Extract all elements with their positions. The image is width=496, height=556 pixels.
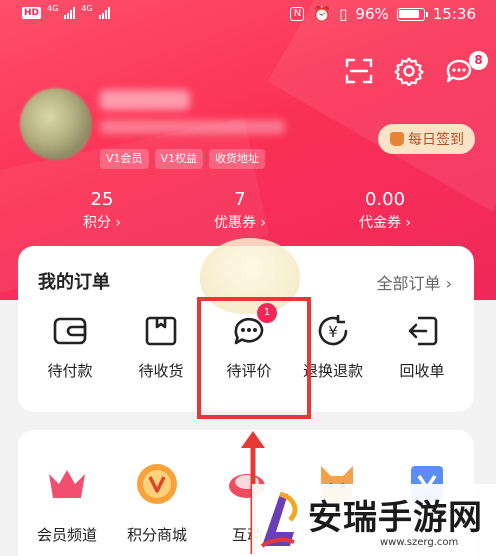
order-pending-payment-label: 待付款 xyxy=(47,362,93,380)
recycle-icon xyxy=(408,316,438,346)
feature-member-channel[interactable]: 会员频道 xyxy=(22,460,112,545)
status-bar: HD 4G 4G N ⏰ ▯ 96% 15:36 xyxy=(0,0,496,30)
stat-coupons-label: 优惠券 › xyxy=(213,215,267,231)
watermark: 安瑞手游网 www.szerg.com xyxy=(252,484,496,556)
points-icon xyxy=(137,464,177,504)
username-blurred xyxy=(100,90,190,110)
svg-text:¥: ¥ xyxy=(328,323,338,341)
watermark-logo-icon xyxy=(260,491,298,548)
feature-points-mall[interactable]: 积分商城 xyxy=(112,460,202,545)
gift-bag-icon xyxy=(390,132,404,146)
user-info-blurred xyxy=(100,120,285,134)
network-type: 4G xyxy=(47,3,59,13)
network-type-2: 4G xyxy=(81,3,93,13)
watermark-brand: 安瑞手游网 xyxy=(308,498,483,538)
stat-vouchers[interactable]: 0.00 代金券 › xyxy=(320,189,450,233)
tag-member[interactable]: V1会员 xyxy=(100,149,149,169)
all-orders-link[interactable]: 全部订单 › xyxy=(377,270,453,294)
daily-signin-button[interactable]: 每日签到 xyxy=(378,124,475,154)
tag-rights[interactable]: V1权益 xyxy=(154,149,204,169)
order-pending-receipt-label: 待收货 xyxy=(138,362,184,380)
order-recycle-label: 回收单 xyxy=(399,362,445,380)
crown-icon xyxy=(49,470,85,498)
member-tags: V1会员 V1权益 收货地址 xyxy=(100,149,266,169)
order-pending-receipt[interactable]: 待收货 xyxy=(121,314,201,381)
package-icon xyxy=(145,316,177,346)
refund-icon: ¥ xyxy=(318,315,348,346)
alarm-icon: ⏰ xyxy=(312,5,332,23)
feature-member-channel-label: 会员频道 xyxy=(36,526,97,544)
order-pending-payment[interactable]: 待付款 xyxy=(30,314,110,381)
tag-address[interactable]: 收货地址 xyxy=(209,149,266,169)
settings-gear-icon[interactable] xyxy=(394,56,424,86)
clock: 15:36 xyxy=(432,5,476,23)
message-count-badge: 8 xyxy=(469,51,488,70)
stat-points[interactable]: 25 积分 › xyxy=(37,189,167,233)
highlight-box xyxy=(197,297,311,419)
wallet-icon xyxy=(53,317,87,345)
signal-icon-2 xyxy=(98,7,110,19)
my-orders-title: 我的订单 xyxy=(38,272,110,293)
stat-vouchers-label: 代金券 › xyxy=(358,215,412,231)
daily-signin-label: 每日签到 xyxy=(408,132,464,148)
order-recycle[interactable]: 回收单 xyxy=(382,314,462,381)
feature-points-mall-label: 积分商城 xyxy=(126,526,187,544)
hd-badge: HD xyxy=(22,7,42,19)
stat-coupons-value: 7 xyxy=(234,189,246,210)
watermark-url: www.szerg.com xyxy=(380,537,459,548)
stat-points-value: 25 xyxy=(90,189,114,210)
avatar[interactable] xyxy=(20,88,92,160)
stat-coupons[interactable]: 7 优惠券 › xyxy=(175,189,305,233)
scan-icon[interactable] xyxy=(344,56,374,86)
stat-points-label: 积分 › xyxy=(82,215,122,231)
signal-icon xyxy=(64,7,76,19)
nfc-icon: N xyxy=(290,7,305,21)
stat-vouchers-value: 0.00 xyxy=(364,189,406,210)
battery-percent: 96% xyxy=(355,5,389,23)
vibrate-icon: ▯ xyxy=(339,5,348,23)
battery-icon xyxy=(396,7,428,21)
